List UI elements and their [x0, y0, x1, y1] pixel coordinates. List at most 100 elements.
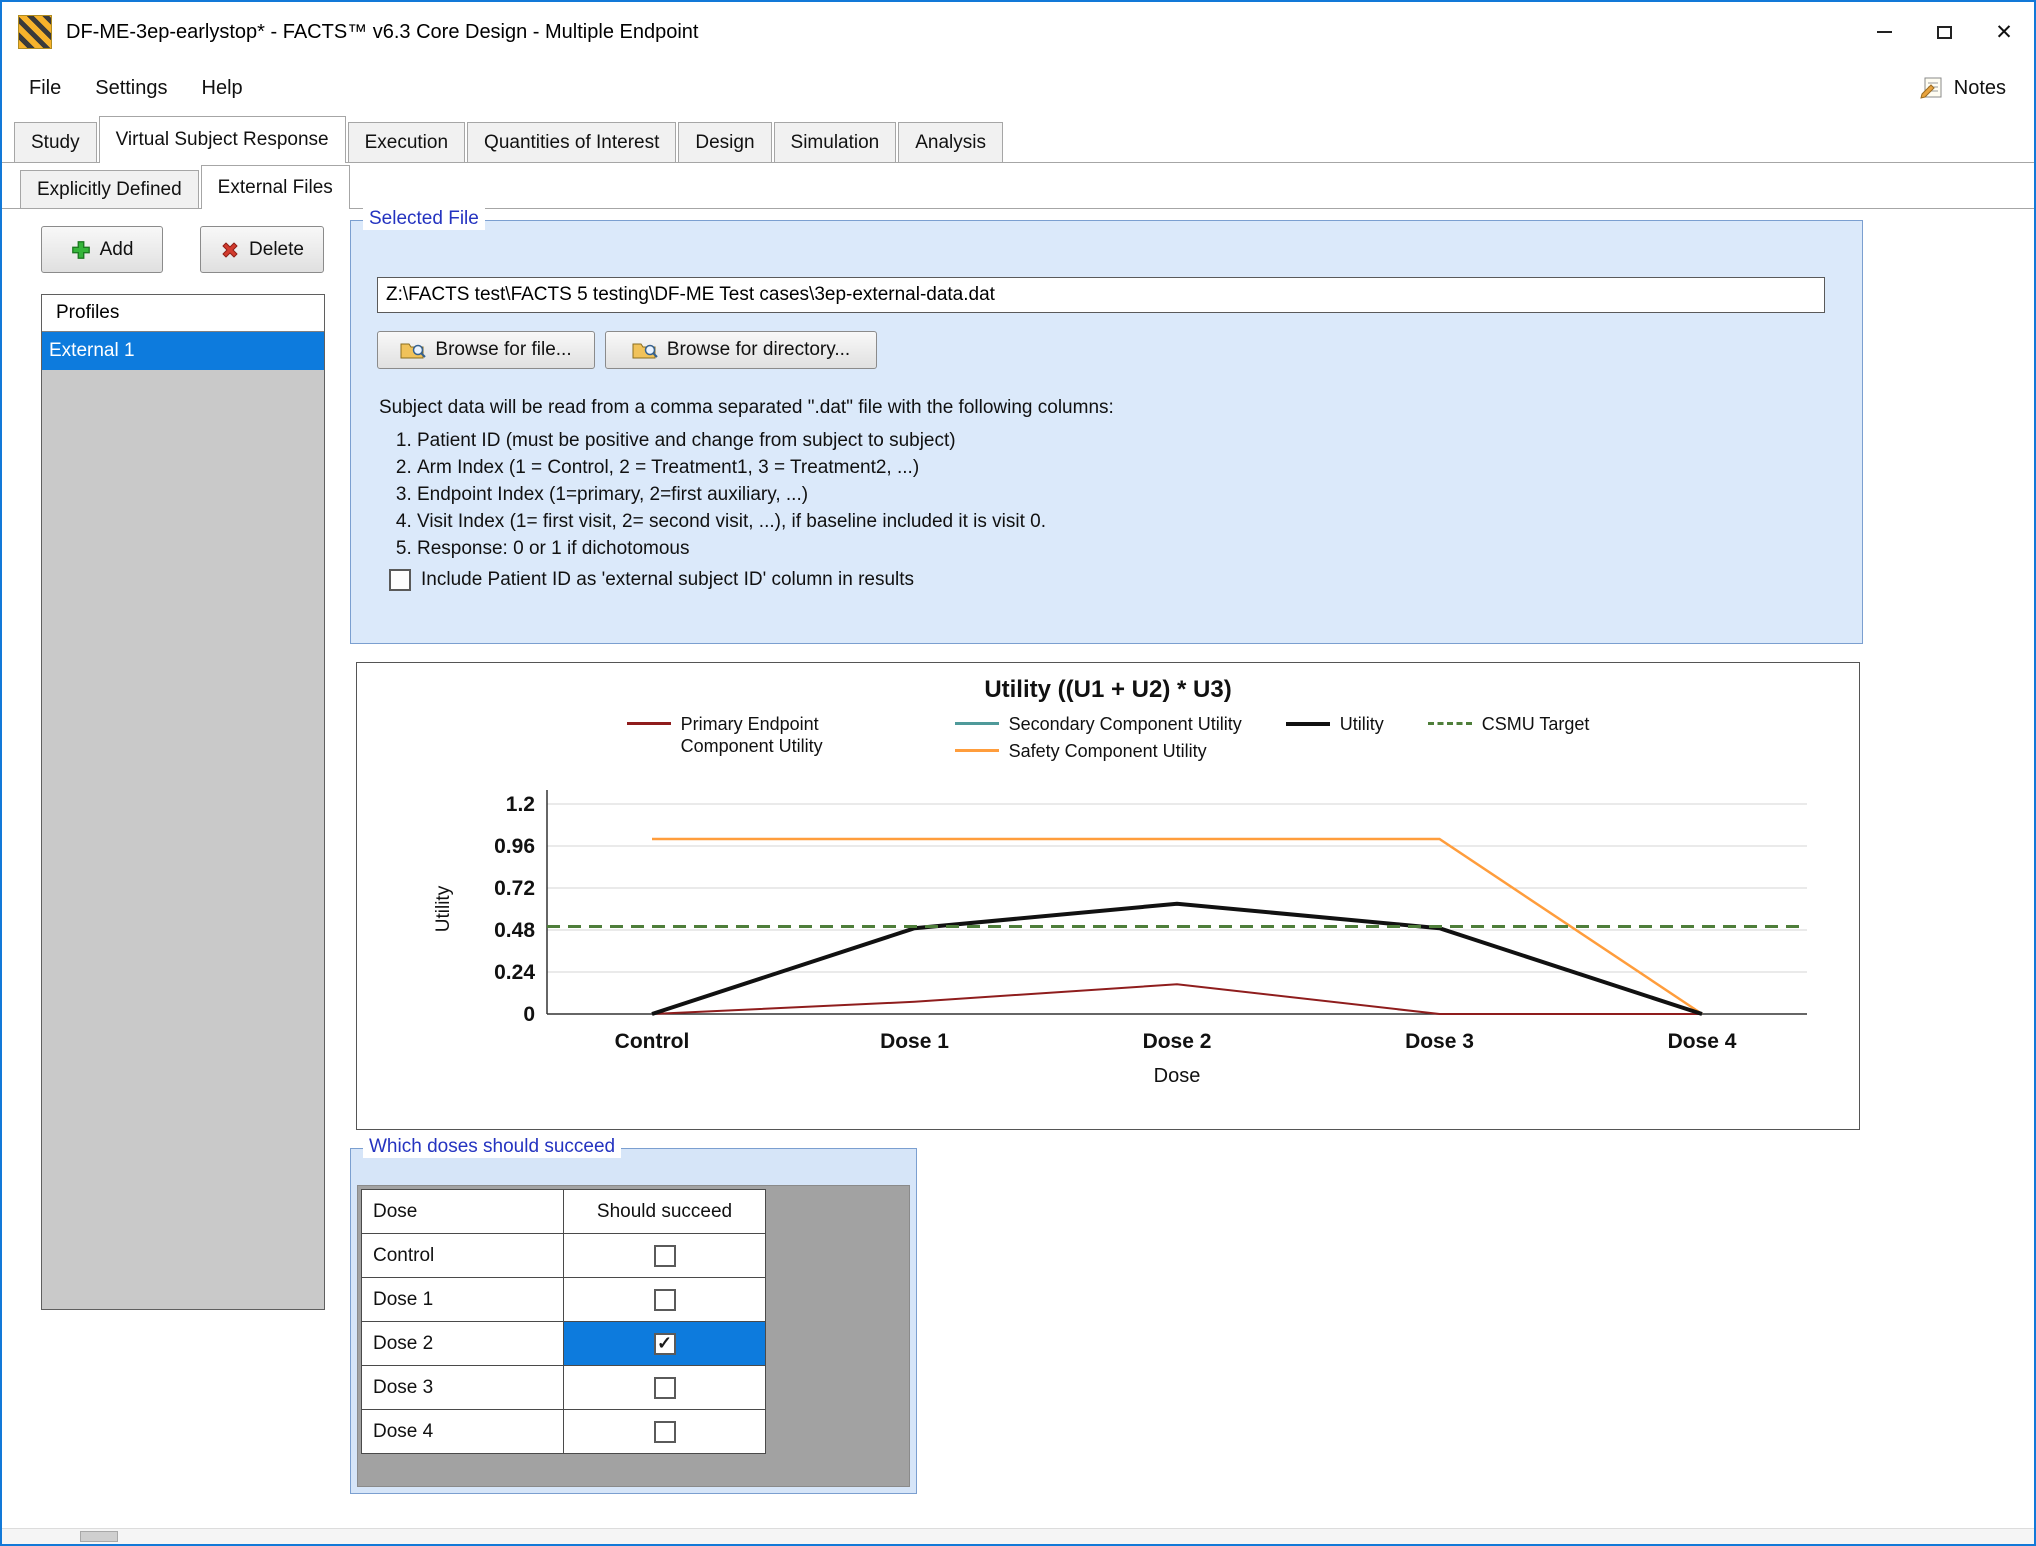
delete-label: Delete [249, 239, 304, 261]
column-item: Patient ID (must be positive and change … [417, 427, 1046, 454]
tab-explicitly-defined[interactable]: Explicitly Defined [20, 170, 199, 208]
legend-swatch-secondary-icon [955, 722, 999, 725]
window-title: DF-ME-3ep-earlystop* - FACTS™ v6.3 Core … [66, 21, 698, 44]
dose-row: Dose 2 [362, 1322, 766, 1366]
should-succeed-cell [564, 1322, 766, 1366]
browse-for-file-button[interactable]: Browse for file... [377, 331, 595, 369]
svg-text:0.72: 0.72 [494, 877, 535, 900]
profile-item-external-1[interactable]: External 1 [42, 332, 324, 370]
close-icon: ✕ [1995, 22, 2013, 43]
menu-settings[interactable]: Settings [78, 69, 184, 108]
titlebar: DF-ME-3ep-earlystop* - FACTS™ v6.3 Core … [2, 2, 2034, 62]
should-succeed-checkbox[interactable] [654, 1245, 676, 1267]
horizontal-scrollbar-thumb[interactable] [80, 1531, 118, 1542]
dose-row: Dose 1 [362, 1278, 766, 1322]
doses-group-label: Which doses should succeed [363, 1136, 621, 1158]
horizontal-scrollbar[interactable] [2, 1528, 2034, 1544]
notes-icon [1920, 76, 1946, 100]
folder-search-icon [400, 340, 426, 360]
maximize-icon [1937, 26, 1952, 39]
utility-chart-panel: Utility ((U1 + U2) * U3) Primary Endpoin… [356, 662, 1860, 1130]
legend-item-csmu-target: CSMU Target [1428, 714, 1590, 736]
legend-label-safety: Safety Component Utility [1009, 741, 1207, 763]
svg-text:Dose 4: Dose 4 [1668, 1030, 1737, 1053]
include-patient-id-row: Include Patient ID as 'external subject … [389, 569, 914, 591]
svg-text:0: 0 [523, 1003, 535, 1026]
menu-file[interactable]: File [12, 69, 78, 108]
legend-label-secondary: Secondary Component Utility [1009, 714, 1242, 736]
tab-execution[interactable]: Execution [348, 122, 465, 162]
profiles-panel: Profiles External 1 [41, 294, 325, 1310]
svg-text:Dose 1: Dose 1 [880, 1030, 949, 1053]
legend-item-safety: Safety Component Utility [955, 741, 1242, 763]
browse-directory-label: Browse for directory... [667, 339, 850, 361]
column-item: Arm Index (1 = Control, 2 = Treatment1, … [417, 454, 1046, 481]
minimize-icon [1877, 31, 1892, 33]
svg-text:0.48: 0.48 [494, 919, 535, 942]
tab-virtual-subject-response[interactable]: Virtual Subject Response [99, 116, 346, 163]
legend-item-utility: Utility [1286, 714, 1384, 736]
should-succeed-checkbox[interactable] [654, 1289, 676, 1311]
legend-swatch-safety-icon [955, 749, 999, 752]
legend-swatch-csmu-icon [1428, 722, 1472, 725]
column-item: Response: 0 or 1 if dichotomous [417, 535, 1046, 562]
app-logo-icon [18, 15, 52, 49]
dose-row: Dose 4 [362, 1410, 766, 1454]
dose-name-cell: Control [362, 1234, 564, 1278]
svg-text:0.24: 0.24 [494, 961, 535, 984]
column-item: Endpoint Index (1=primary, 2=first auxil… [417, 481, 1046, 508]
delete-button[interactable]: Delete [200, 226, 324, 273]
maximize-button[interactable] [1914, 2, 1974, 62]
svg-text:Utility: Utility [433, 885, 454, 932]
should-succeed-column-header: Should succeed [564, 1190, 766, 1234]
close-button[interactable]: ✕ [1974, 2, 2034, 62]
include-patient-id-checkbox[interactable] [389, 569, 411, 591]
legend-swatch-utility-icon [1286, 722, 1330, 726]
notes-button[interactable]: Notes [1920, 76, 2024, 100]
svg-text:Control: Control [615, 1030, 690, 1053]
selected-file-group-label: Selected File [363, 208, 485, 230]
chart-legend: Primary Endpoint Component Utility Secon… [357, 714, 1859, 762]
should-succeed-cell [564, 1234, 766, 1278]
tab-quantities-of-interest[interactable]: Quantities of Interest [467, 122, 676, 162]
window-controls: ✕ [1854, 2, 2034, 62]
notes-label: Notes [1954, 77, 2006, 100]
add-button[interactable]: Add [41, 226, 163, 273]
dose-name-cell: Dose 3 [362, 1366, 564, 1410]
svg-text:Dose 2: Dose 2 [1143, 1030, 1212, 1053]
should-succeed-cell [564, 1366, 766, 1410]
tab-simulation[interactable]: Simulation [774, 122, 897, 162]
svg-text:Dose: Dose [1154, 1065, 1201, 1087]
browse-file-label: Browse for file... [435, 339, 571, 361]
app-window: DF-ME-3ep-earlystop* - FACTS™ v6.3 Core … [0, 0, 2036, 1546]
utility-chart: 00.240.480.720.961.2ControlDose 1Dose 2D… [357, 774, 1854, 1106]
file-format-description: Subject data will be read from a comma s… [379, 397, 1114, 419]
menubar: File Settings Help Notes [2, 62, 2034, 114]
legend-item-primary: Primary Endpoint Component Utility [627, 714, 911, 757]
profiles-header: Profiles [42, 295, 324, 332]
should-succeed-checkbox[interactable] [654, 1333, 676, 1355]
tab-design[interactable]: Design [678, 122, 771, 162]
add-label: Add [100, 239, 134, 261]
chart-title: Utility ((U1 + U2) * U3) [357, 663, 1859, 704]
selected-file-group: Selected File Browse for file... Browse … [350, 220, 1863, 644]
tab-external-files[interactable]: External Files [201, 165, 350, 209]
legend-swatch-primary-icon [627, 722, 671, 725]
column-item: Visit Index (1= first visit, 2= second v… [417, 508, 1046, 535]
dose-column-header: Dose [362, 1190, 564, 1234]
should-succeed-checkbox[interactable] [654, 1377, 676, 1399]
browse-for-directory-button[interactable]: Browse for directory... [605, 331, 877, 369]
file-path-input[interactable] [377, 277, 1825, 313]
main-tab-bar: Study Virtual Subject Response Execution… [2, 114, 2034, 163]
svg-text:0.96: 0.96 [494, 835, 535, 858]
should-succeed-cell [564, 1410, 766, 1454]
legend-label-utility: Utility [1340, 714, 1384, 736]
minimize-button[interactable] [1854, 2, 1914, 62]
add-icon [71, 240, 91, 260]
tab-analysis[interactable]: Analysis [898, 122, 1003, 162]
doses-header-row: Dose Should succeed [362, 1190, 766, 1234]
folder-search-icon [632, 340, 658, 360]
menu-help[interactable]: Help [185, 69, 260, 108]
tab-study[interactable]: Study [14, 122, 97, 162]
should-succeed-checkbox[interactable] [654, 1421, 676, 1443]
